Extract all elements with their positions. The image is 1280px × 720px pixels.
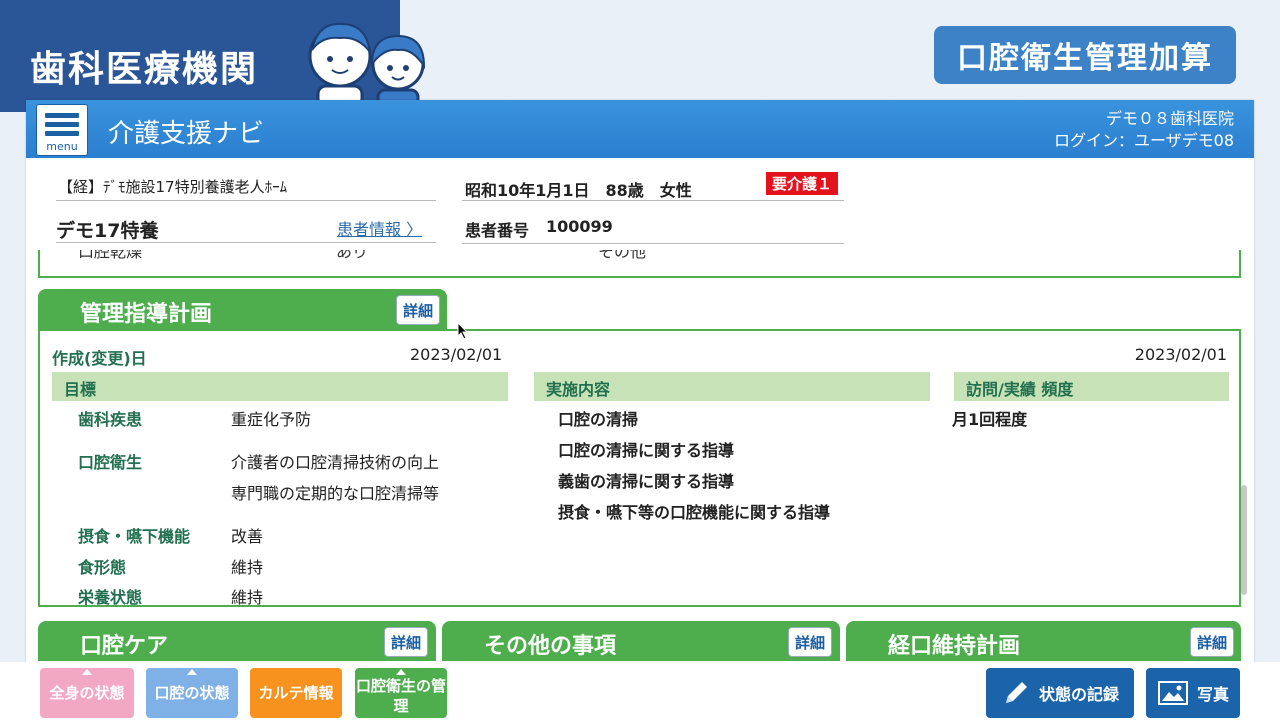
other-items-title: その他の事項: [484, 634, 617, 659]
whole-body-status-button[interactable]: 全身の状態: [40, 668, 134, 718]
other-label: その他: [598, 250, 647, 261]
app-header: menu 介護支援ナビ デモ０８歯科医院 ログイン：ユーザデモ08: [26, 100, 1254, 158]
dry-mouth-value: あり: [336, 250, 369, 261]
plan-section-title: 管理指導計画: [80, 302, 213, 327]
chart-info-label: カルテ情報: [258, 684, 334, 702]
oral-hygiene-management-label: 口腔衛生の管理: [355, 677, 446, 715]
patient-name: デモ17特養: [56, 220, 159, 242]
other-items-detail-button[interactable]: 詳細: [788, 627, 832, 657]
oral-status-label: 口腔の状態: [154, 684, 230, 702]
goal-label: 栄養状態: [78, 588, 143, 607]
oral-maintenance-detail-button[interactable]: 詳細: [1190, 627, 1234, 657]
goal-value: 専門職の定期的な口腔清掃等: [231, 484, 440, 503]
expand-up-icon: [396, 669, 406, 675]
facility-name: 【経】ﾃﾞﾓ施設17特別養護老人ﾎｰﾑ: [58, 178, 288, 196]
created-date-left: 2023/02/01: [410, 345, 503, 364]
goal-value: 重症化予防: [231, 410, 312, 429]
oral-care-title: 口腔ケア: [80, 634, 169, 659]
login-user: ログイン：ユーザデモ08: [1053, 131, 1234, 150]
mouse-cursor-icon: [457, 322, 469, 340]
plan-detail-button[interactable]: 詳細: [396, 295, 440, 325]
app-title: 介護支援ナビ: [108, 119, 265, 149]
photo-button[interactable]: 写真: [1146, 668, 1240, 718]
goal-value: 維持: [231, 588, 264, 607]
record-status-label: 状態の記録: [1038, 685, 1119, 704]
created-date-label: 作成(変更)日: [52, 349, 147, 368]
pencil-icon: [1005, 682, 1027, 703]
record-status-button[interactable]: 状態の記録: [986, 668, 1134, 718]
dry-mouth-label: 口腔乾燥: [78, 250, 143, 261]
photo-icon: [1157, 681, 1188, 705]
patient-birth-age-sex: 昭和10年1月1日 88歳 女性: [465, 181, 692, 200]
goal-label: 口腔衛生: [78, 453, 143, 472]
mascot-illustration: [308, 22, 426, 104]
oral-maintenance-tab: 経口維持計画: [846, 621, 1241, 661]
oral-maintenance-title: 経口維持計画: [888, 634, 1021, 659]
app-window: menu 介護支援ナビ デモ０８歯科医院 ログイン：ユーザデモ08 【経】ﾃﾞﾓ…: [26, 100, 1254, 720]
clinic-name: デモ０８歯科医院: [1105, 109, 1234, 128]
other-items-tab: その他の事項: [442, 621, 840, 661]
content-item: 義歯の清掃に関する指導: [558, 472, 735, 491]
goal-label: 食形態: [78, 558, 127, 577]
oral-status-button[interactable]: 口腔の状態: [146, 668, 238, 718]
goal-label: 歯科疾患: [78, 410, 143, 429]
plan-section-tab: 管理指導計画: [38, 289, 447, 329]
content-column-header: 実施内容: [534, 372, 930, 401]
plan-section-body: 作成(変更)日 2023/02/01 2023/02/01 目標 実施内容 訪問…: [38, 329, 1241, 607]
oral-care-detail-button[interactable]: 詳細: [384, 627, 428, 657]
patient-number-label: 患者番号: [465, 221, 530, 240]
user-info: デモ０８歯科医院 ログイン：ユーザデモ08: [1054, 108, 1234, 152]
previous-section-fragment: 口腔乾燥 あり その他: [38, 250, 1241, 278]
menu-label: menu: [46, 140, 78, 153]
menu-button[interactable]: menu: [36, 104, 88, 156]
oral-hygiene-management-button[interactable]: 口腔衛生の管理: [355, 668, 447, 718]
whole-body-status-label: 全身の状態: [49, 684, 125, 702]
care-level-badge: 要介護１: [766, 172, 839, 195]
oral-care-tab: 口腔ケア: [38, 621, 436, 661]
photo-label: 写真: [1196, 685, 1229, 704]
patient-info-link[interactable]: 患者情報 〉: [337, 216, 422, 240]
visit-column-header: 訪問/実績 頻度: [954, 372, 1229, 401]
chart-info-button[interactable]: カルテ情報: [250, 668, 342, 718]
expand-up-icon: [82, 669, 92, 675]
patient-number: 100099: [546, 217, 613, 236]
oral-hygiene-management-badge: 口腔衛生管理加算: [934, 26, 1236, 84]
goal-value: 維持: [231, 558, 264, 577]
content-item: 摂食・嚥下等の口腔機能に関する指導: [558, 503, 831, 522]
goal-label: 摂食・嚥下機能: [78, 527, 191, 546]
visit-frequency: 月1回程度: [952, 410, 1028, 429]
expand-up-icon: [187, 669, 197, 675]
content-item: 口腔の清掃に関する指導: [558, 441, 735, 460]
created-date-right: 2023/02/01: [1134, 345, 1227, 364]
corner-title-banner: 歯科医療機関: [0, 0, 426, 112]
content-item: 口腔の清掃: [558, 410, 639, 429]
goal-value: 介護者の口腔清掃技術の向上: [231, 453, 440, 472]
goal-column-header: 目標: [52, 372, 508, 401]
scrollbar[interactable]: [1241, 485, 1247, 595]
goal-value: 改善: [231, 527, 264, 546]
corner-title: 歯科医療機関: [30, 49, 259, 90]
